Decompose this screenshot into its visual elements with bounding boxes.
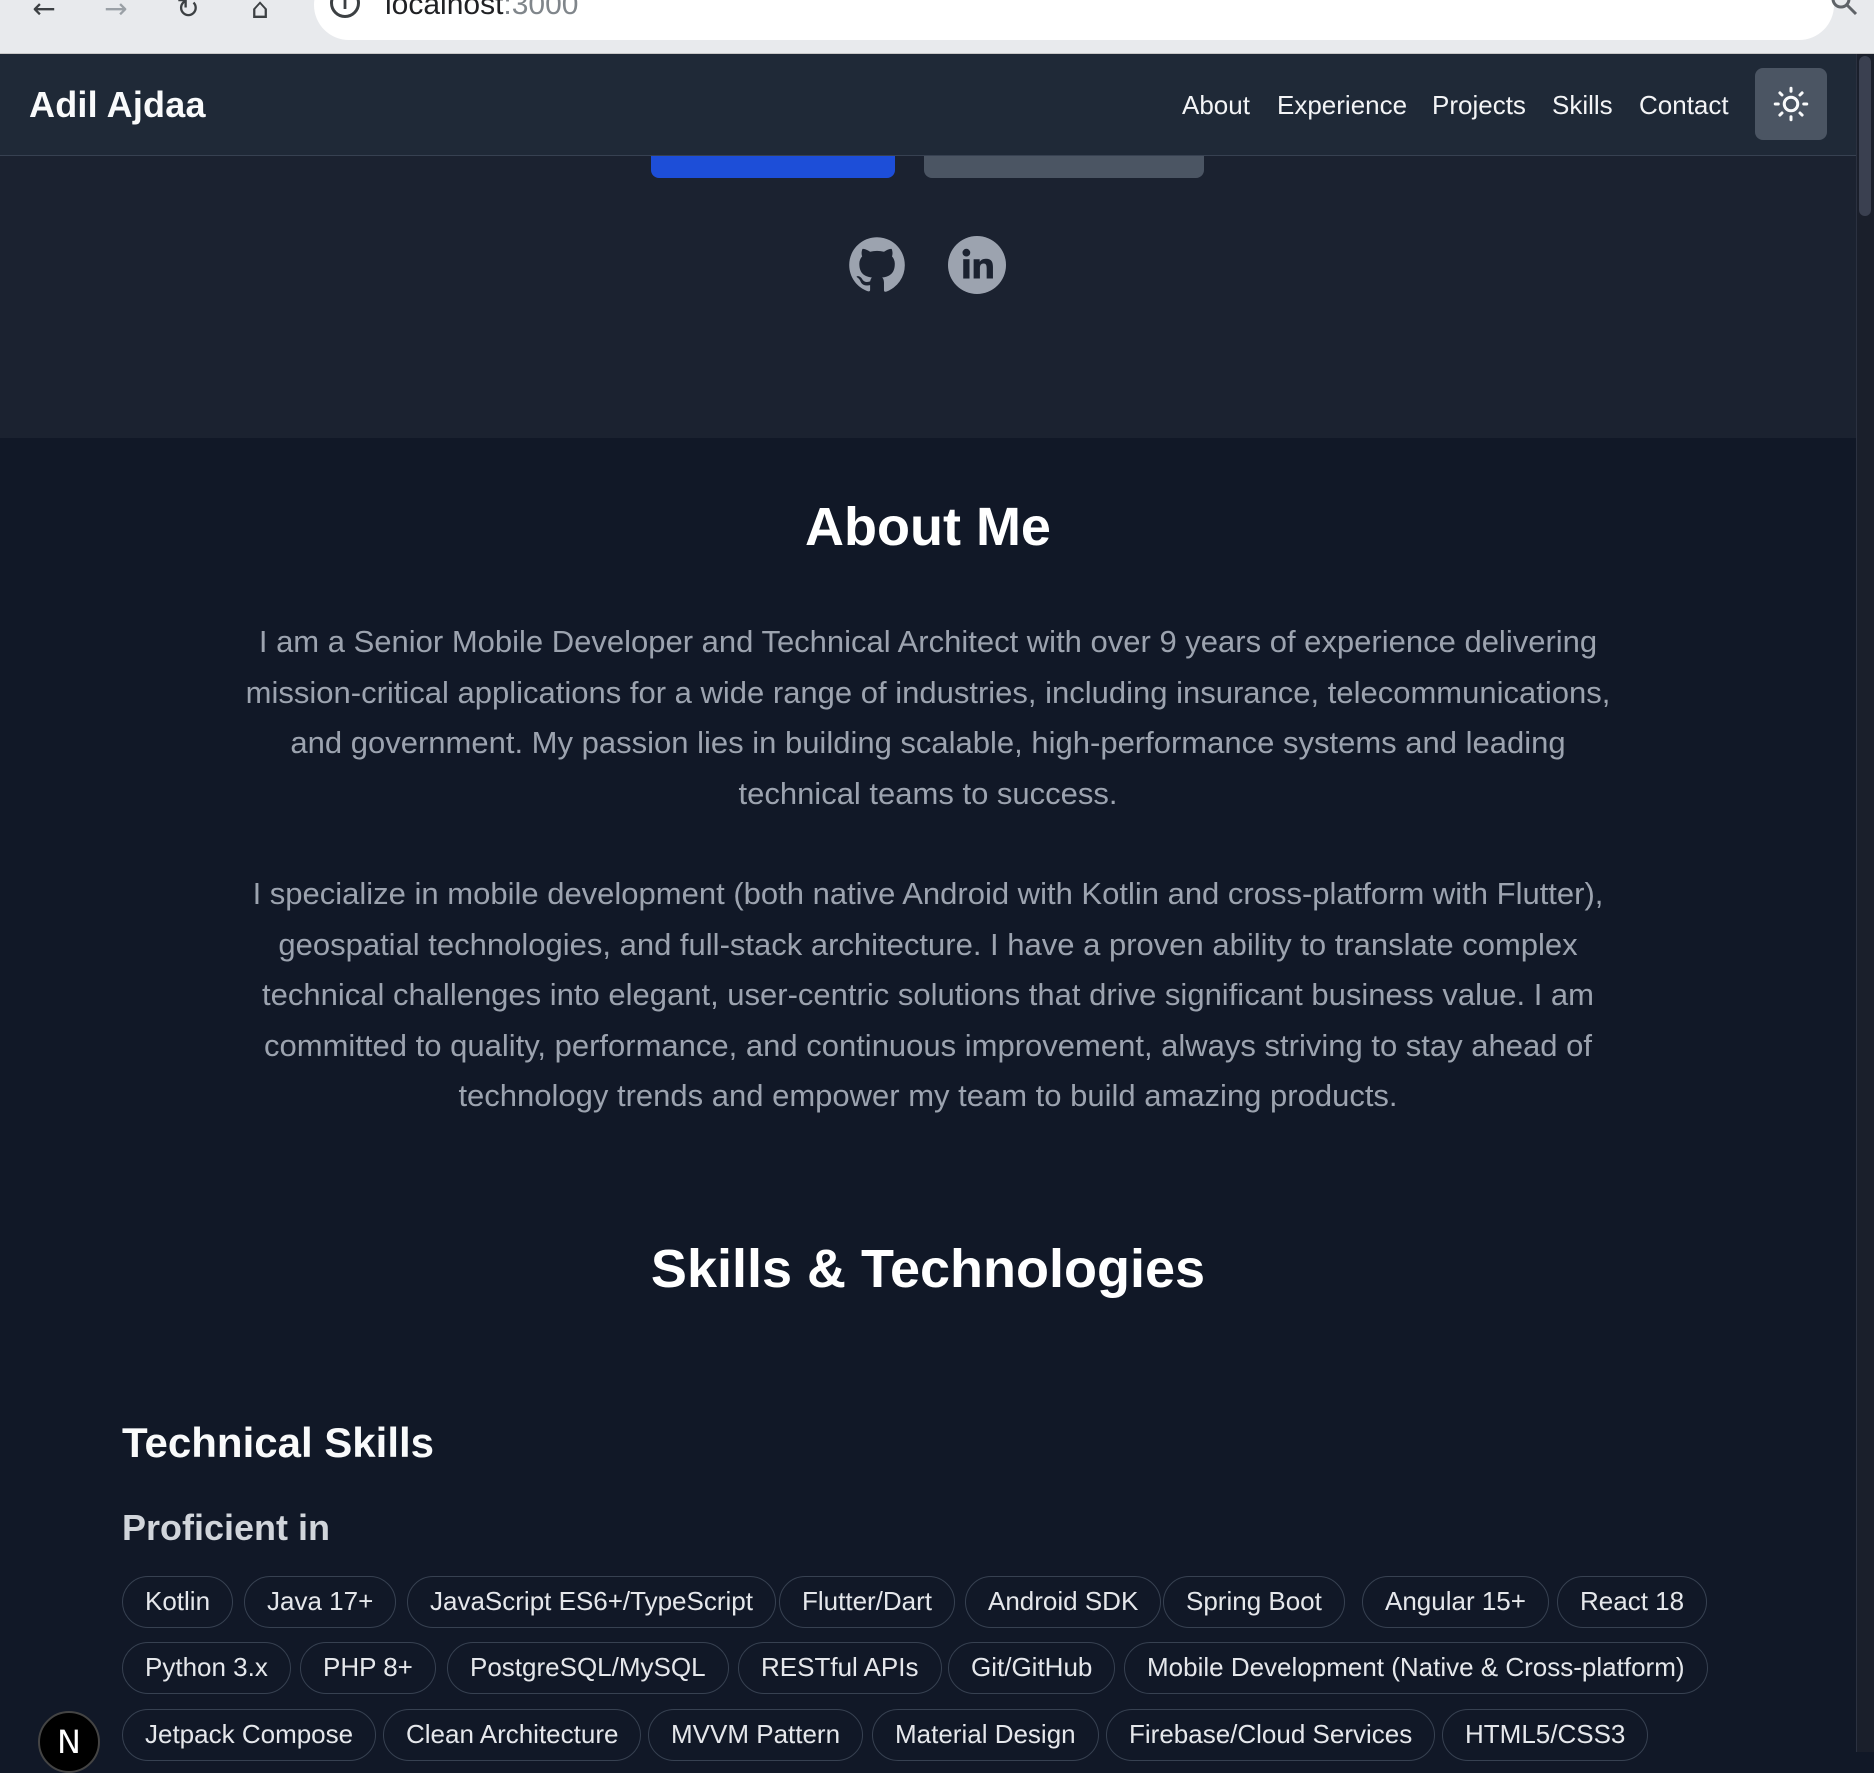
skill-chip: MVVM Pattern: [648, 1709, 864, 1761]
about-paragraph-2: I specialize in mobile development (both…: [252, 876, 1604, 1113]
nav-link-experience[interactable]: Experience: [1277, 90, 1407, 121]
scrollbar-track[interactable]: [1856, 54, 1874, 1752]
technical-skills-heading: Technical Skills: [122, 1419, 435, 1466]
url-port: :3000: [503, 0, 579, 21]
zoom-icon[interactable]: [1830, 0, 1858, 16]
nav-link-projects[interactable]: Projects: [1432, 90, 1526, 121]
theme-toggle-button[interactable]: [1755, 68, 1827, 140]
skill-chip: PostgreSQL/MySQL: [447, 1642, 729, 1694]
skill-chip: Firebase/Cloud Services: [1106, 1709, 1436, 1761]
scrollbar-thumb[interactable]: [1859, 56, 1871, 216]
site-navbar: Adil Ajdaa About Experience Projects Ski…: [0, 54, 1856, 156]
skill-chip: Git/GitHub: [948, 1642, 1116, 1694]
skill-chip: Android SDK: [965, 1576, 1162, 1628]
linkedin-icon[interactable]: [948, 236, 1006, 294]
about-paragraph-1: I am a Senior Mobile Developer and Techn…: [245, 624, 1611, 811]
skill-chip: Clean Architecture: [383, 1709, 642, 1761]
skill-chip: PHP 8+: [300, 1642, 436, 1694]
proficient-heading: Proficient in: [122, 1507, 331, 1548]
skill-chip: Angular 15+: [1362, 1576, 1549, 1628]
skill-chip: Mobile Development (Native & Cross-platf…: [1124, 1642, 1708, 1694]
skills-title: Skills & Technologies: [650, 1239, 1206, 1299]
forward-icon[interactable]: →: [96, 0, 136, 22]
url-host: localhost: [385, 0, 504, 21]
nextjs-dev-badge[interactable]: N: [38, 1711, 100, 1773]
back-icon[interactable]: ←: [24, 0, 64, 22]
browser-toolbar: ← → ↻ ⌂ i localhost:3000: [0, 0, 1874, 54]
skill-chip: Flutter/Dart: [779, 1576, 956, 1628]
skill-chip: Spring Boot: [1163, 1576, 1345, 1628]
skill-chip: Java 17+: [244, 1576, 397, 1628]
github-icon[interactable]: [848, 236, 906, 294]
nav-link-skills[interactable]: Skills: [1552, 90, 1613, 121]
nav-link-contact[interactable]: Contact: [1639, 90, 1729, 121]
brand-logo[interactable]: Adil Ajdaa: [29, 84, 206, 126]
skill-chip: Material Design: [872, 1709, 1099, 1761]
hero-section: [0, 156, 1856, 438]
about-title: About Me: [805, 497, 1051, 557]
skill-chip: Jetpack Compose: [122, 1709, 377, 1761]
skill-chip: JavaScript ES6+/TypeScript: [407, 1576, 776, 1628]
skill-chip: Kotlin: [122, 1576, 234, 1628]
skill-chip: React 18: [1557, 1576, 1708, 1628]
skill-chip: RESTful APIs: [738, 1642, 942, 1694]
url-text[interactable]: localhost:3000: [385, 0, 578, 22]
sun-icon: [1773, 86, 1809, 122]
home-icon[interactable]: ⌂: [240, 0, 280, 22]
skill-chip: HTML5/CSS3: [1442, 1709, 1649, 1761]
reload-icon[interactable]: ↻: [168, 0, 208, 22]
nav-link-about[interactable]: About: [1182, 90, 1250, 121]
skill-chip: Python 3.x: [122, 1642, 291, 1694]
